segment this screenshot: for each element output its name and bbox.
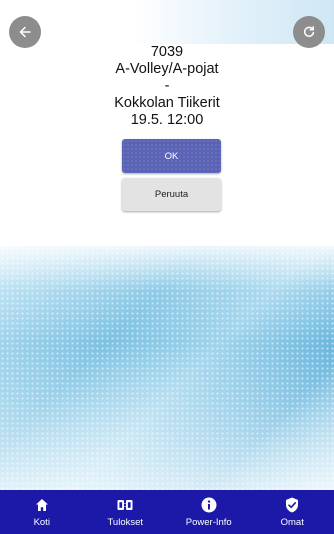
match-datetime: 19.5. 12:00 xyxy=(130,112,204,128)
header-background xyxy=(0,0,334,44)
nav-label-power-info: Power-Info xyxy=(185,517,232,528)
nav-item-koti[interactable]: Koti xyxy=(7,496,77,528)
nav-item-tulokset[interactable]: Tulokset xyxy=(90,496,160,528)
ok-button[interactable]: OK xyxy=(122,139,221,173)
arrow-left-icon xyxy=(19,26,31,38)
home-icon xyxy=(35,496,49,514)
home-team: A-Volley/A-pojat xyxy=(115,61,219,77)
nav-item-omat[interactable]: Omat xyxy=(257,496,327,528)
away-team: Kokkolan Tiikerit xyxy=(114,95,220,111)
nav-label-omat: Omat xyxy=(280,517,304,528)
team-separator: - xyxy=(164,78,170,94)
info-icon xyxy=(201,496,217,514)
refresh-icon xyxy=(303,26,315,37)
cancel-button[interactable]: Peruuta xyxy=(122,178,221,211)
scoreboard-icon xyxy=(117,496,133,514)
nav-label-koti: Koti xyxy=(33,517,50,528)
match-number: 7039 xyxy=(150,44,184,60)
nav-item-power-info[interactable]: Power-Info xyxy=(174,496,244,528)
match-info: 7039 A-Volley/A-pojat - Kokkolan Tiikeri… xyxy=(0,44,334,129)
shield-check-icon xyxy=(285,496,299,514)
hero-banner-image xyxy=(0,246,334,490)
bottom-navigation: Koti Tulokset Power-Info Omat xyxy=(0,490,334,534)
nav-label-tulokset: Tulokset xyxy=(107,517,144,528)
